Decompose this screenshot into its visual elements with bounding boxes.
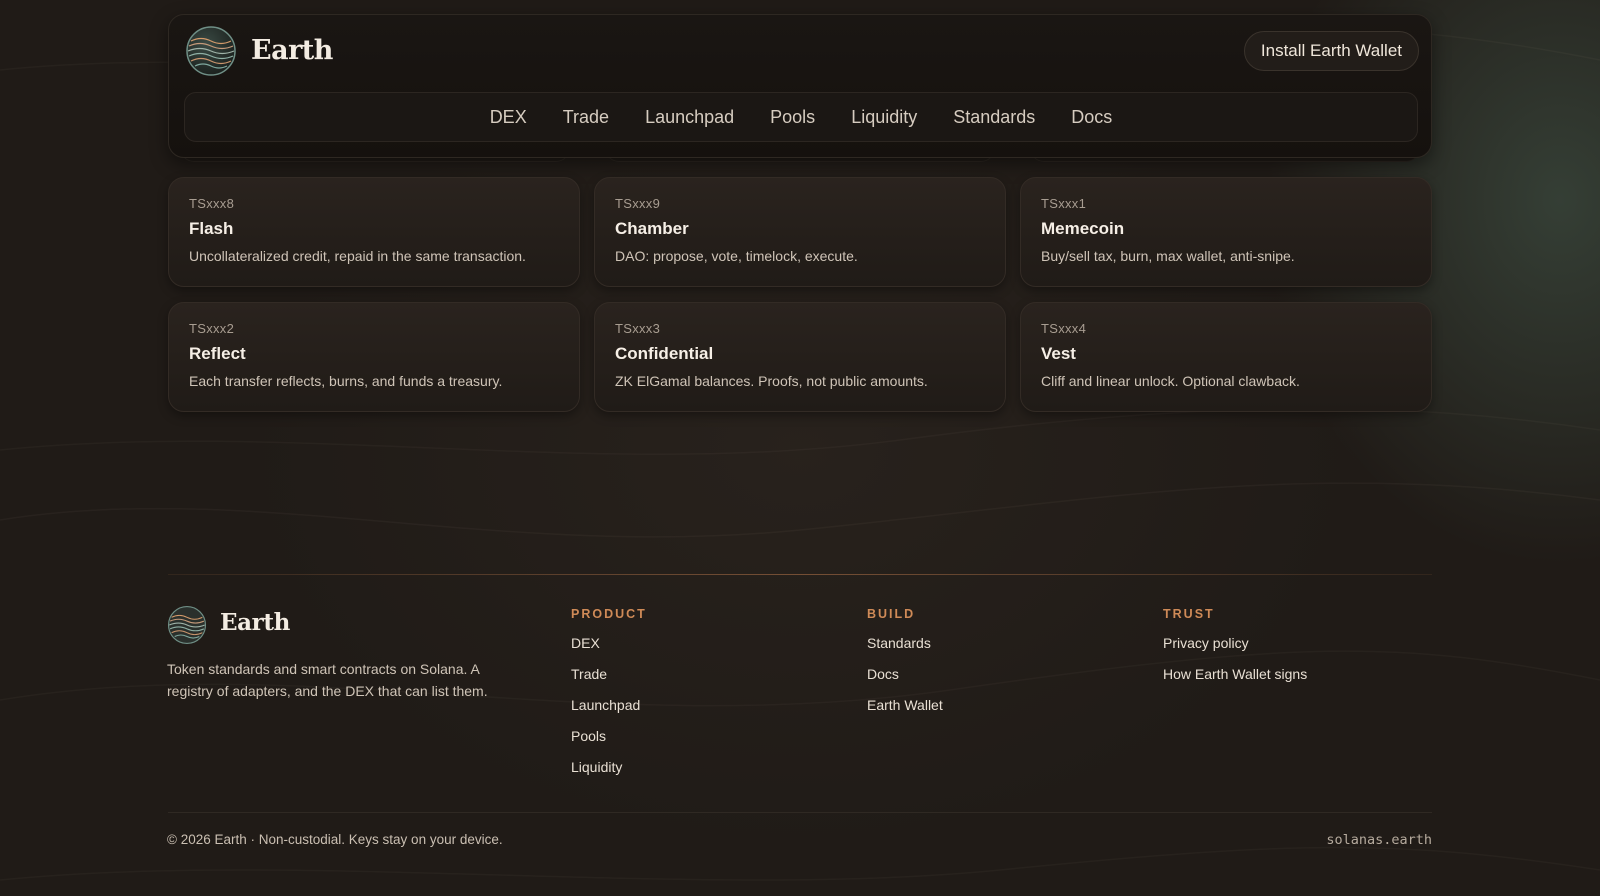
nav-item-launchpad[interactable]: Launchpad [645,107,734,128]
footer-column-trust: TRUST Privacy policy How Earth Wallet si… [1163,607,1307,696]
footer-link-trade[interactable]: Trade [571,665,647,696]
card-description: Uncollateralized credit, repaid in the s… [189,248,526,264]
nav-item-trade[interactable]: Trade [563,107,609,128]
bottom-divider [168,812,1432,813]
footer-brand-name[interactable]: Earth [220,609,290,636]
footer-link-docs[interactable]: Docs [867,665,943,696]
nav-item-docs[interactable]: Docs [1071,107,1112,128]
card-title: Memecoin [1041,219,1125,238]
footer-link-earth-wallet[interactable]: Earth Wallet [867,696,943,727]
card-description: ZK ElGamal balances. Proofs, not public … [615,373,928,389]
nav-item-pools[interactable]: Pools [770,107,815,128]
footer-link-privacy-policy[interactable]: Privacy policy [1163,634,1307,665]
card-code: TSxxx1 [1041,196,1087,211]
card-title: Confidential [615,344,714,363]
standard-card[interactable]: TSxxx2 Reflect Each transfer reflects, b… [168,302,580,412]
footer-column-product: PRODUCT DEX Trade Launchpad Pools Liquid… [571,607,647,789]
brand-name[interactable]: Earth [251,35,333,66]
domain-text[interactable]: solanas.earth [1326,832,1432,848]
footer-link-dex[interactable]: DEX [571,634,647,665]
footer-link-how-wallet-signs[interactable]: How Earth Wallet signs [1163,665,1307,696]
footer-link-pools[interactable]: Pools [571,727,647,758]
nav-item-standards[interactable]: Standards [953,107,1035,128]
card-code: TSxxx4 [1041,321,1087,336]
card-code: TSxxx3 [615,321,661,336]
nav-item-liquidity[interactable]: Liquidity [851,107,917,128]
footer-column-build: BUILD Standards Docs Earth Wallet [867,607,943,727]
card-code: TSxxx2 [189,321,235,336]
card-title: Reflect [189,344,246,363]
footer-column-heading: BUILD [867,607,916,621]
main-nav: DEX Trade Launchpad Pools Liquidity Stan… [184,92,1418,142]
footer-divider [168,574,1432,575]
card-description: Each transfer reflects, burns, and funds… [189,373,503,389]
card-description: Buy/sell tax, burn, max wallet, anti-sni… [1041,248,1295,264]
standard-card[interactable]: TSxxx4 Vest Cliff and linear unlock. Opt… [1020,302,1432,412]
footer-tagline: Token standards and smart contracts on S… [167,661,488,699]
card-title: Flash [189,219,234,238]
earth-logo-icon[interactable] [167,605,207,645]
card-title: Chamber [615,219,689,238]
site-header: Earth Install Earth Wallet DEX Trade Lau… [168,14,1432,158]
copyright-text: © 2026 Earth · Non-custodial. Keys stay … [167,832,503,847]
card-description: Cliff and linear unlock. Optional clawba… [1041,373,1300,389]
footer-link-launchpad[interactable]: Launchpad [571,696,647,727]
footer-column-heading: PRODUCT [571,607,647,621]
earth-logo-icon[interactable] [185,25,237,77]
install-wallet-button[interactable]: Install Earth Wallet [1243,31,1419,71]
footer-link-liquidity[interactable]: Liquidity [571,758,647,789]
card-code: TSxxx9 [615,196,661,211]
card-code: TSxxx8 [189,196,235,211]
nav-item-dex[interactable]: DEX [490,107,527,128]
footer-link-standards[interactable]: Standards [867,634,943,665]
card-description: DAO: propose, vote, timelock, execute. [615,248,858,264]
standard-card[interactable]: TSxxx1 Memecoin Buy/sell tax, burn, max … [1020,177,1432,287]
standard-card[interactable]: TSxxx8 Flash Uncollateralized credit, re… [168,177,580,287]
standard-card[interactable]: TSxxx3 Confidential ZK ElGamal balances.… [594,302,1006,412]
footer-column-heading: TRUST [1163,607,1215,621]
standard-card[interactable]: TSxxx9 Chamber DAO: propose, vote, timel… [594,177,1006,287]
card-title: Vest [1041,344,1076,363]
